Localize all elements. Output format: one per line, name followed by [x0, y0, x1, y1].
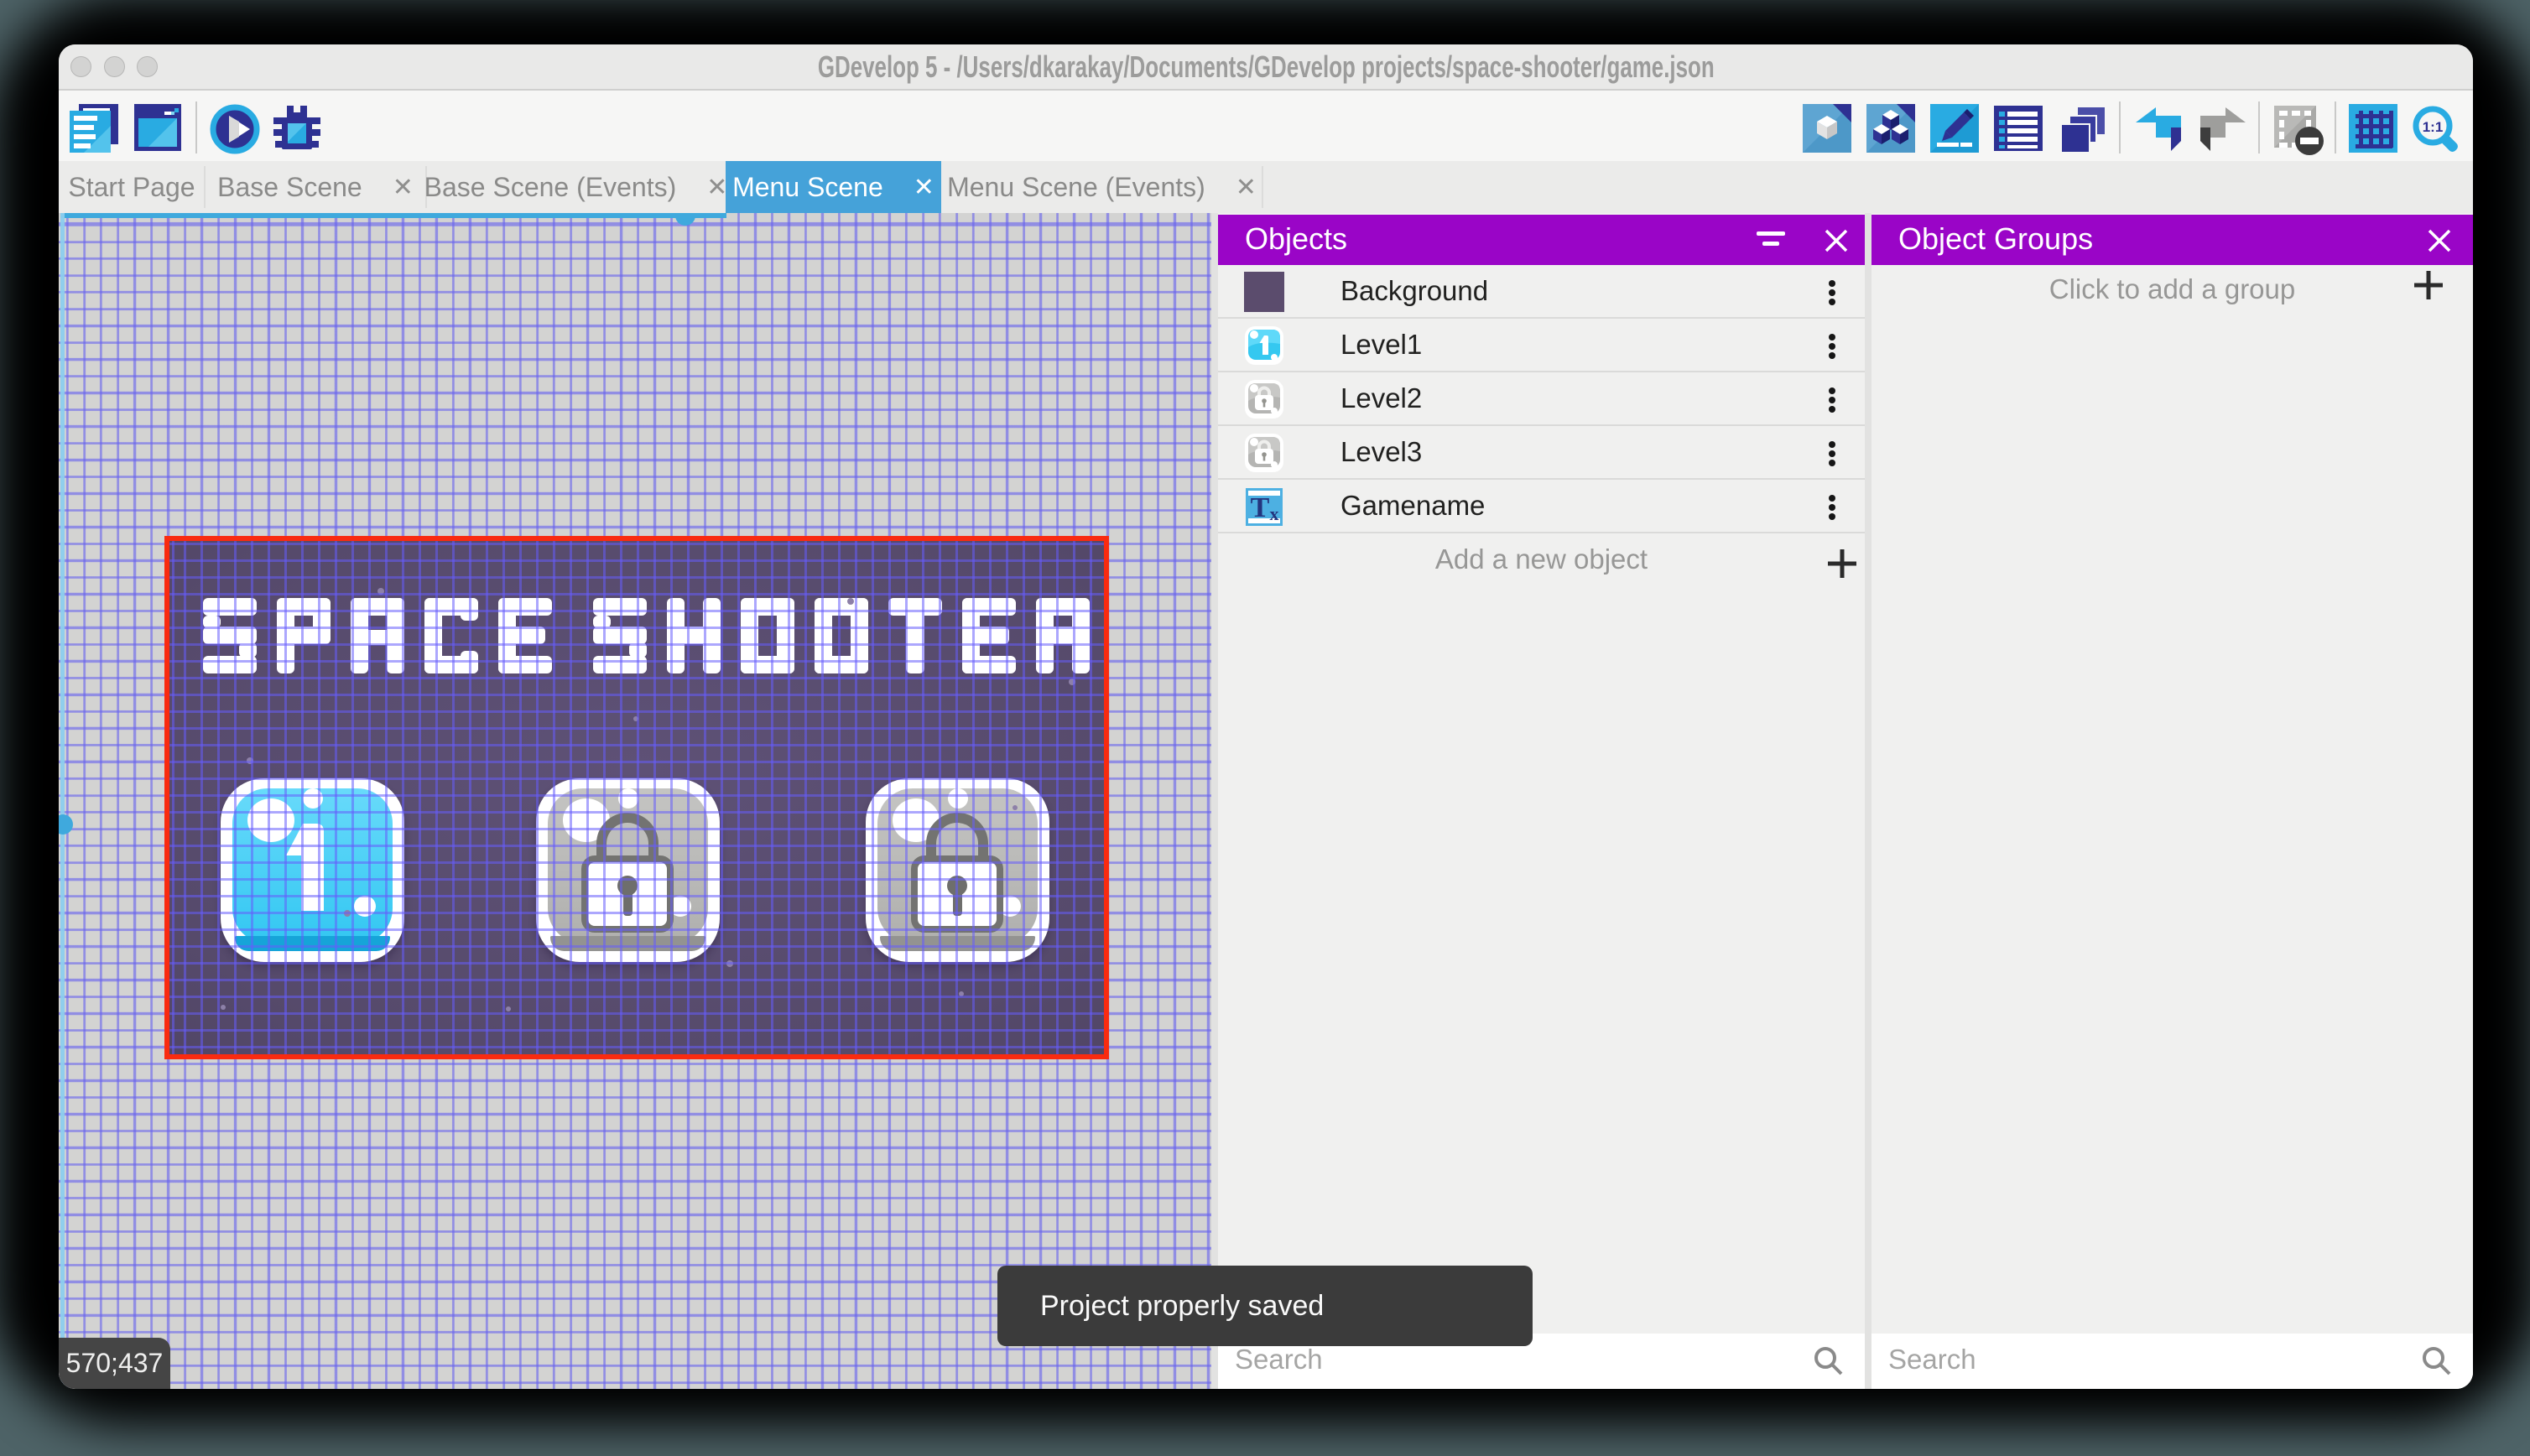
- svg-text:x: x: [1270, 503, 1279, 524]
- svg-text:T: T: [1251, 492, 1270, 523]
- svg-text:1:1: 1:1: [2423, 119, 2444, 135]
